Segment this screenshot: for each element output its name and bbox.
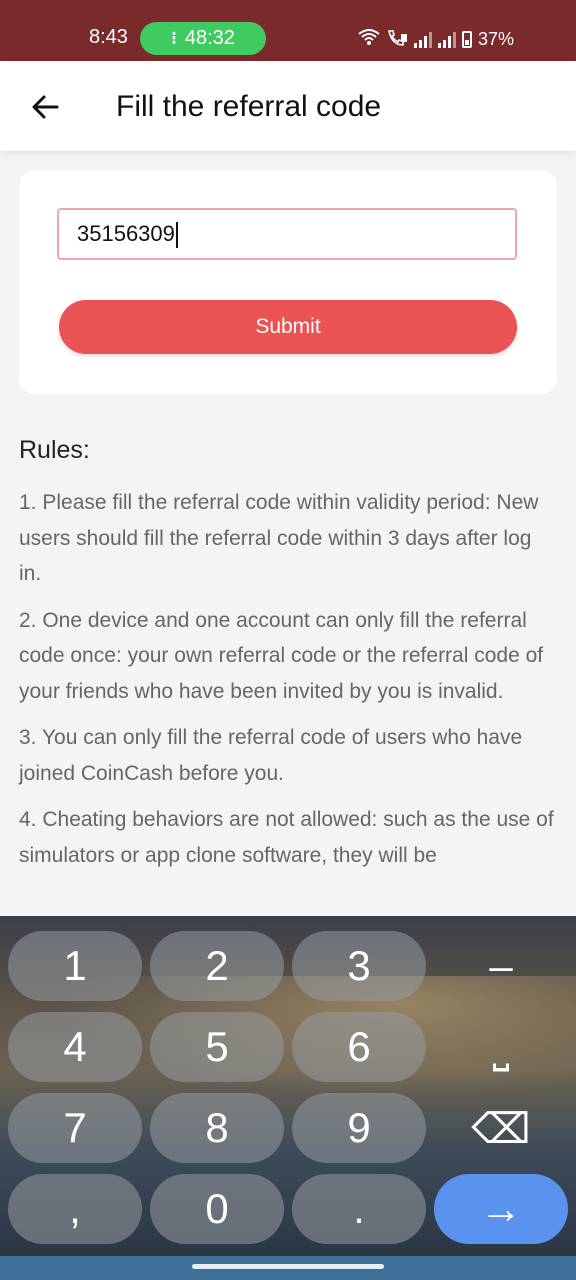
status-bar: 8:43 ⁝ 48:32 37% bbox=[0, 0, 576, 61]
call-timer: 48:32 bbox=[184, 27, 235, 49]
page-title: Fill the referral code bbox=[116, 90, 382, 123]
home-handle[interactable] bbox=[192, 1264, 384, 1269]
backspace-icon[interactable]: ⌫ bbox=[434, 1093, 568, 1163]
referral-form-card: 35156309 Submit bbox=[19, 170, 557, 394]
numeric-keyboard: 1 2 3 – 4 5 6 ⎵ 7 8 9 ⌫ , 0 . → bbox=[0, 916, 576, 1256]
referral-code-value: 35156309 bbox=[77, 221, 175, 246]
rule-item: 1. Please fill the referral code within … bbox=[19, 491, 539, 585]
battery-icon bbox=[462, 31, 472, 48]
key-comma[interactable]: , bbox=[8, 1174, 142, 1244]
key-7[interactable]: 7 bbox=[8, 1093, 142, 1163]
back-arrow-icon bbox=[32, 95, 59, 119]
key-2[interactable]: 2 bbox=[150, 931, 284, 1001]
referral-code-input[interactable]: 35156309 bbox=[57, 208, 517, 260]
call-icon: ⁝ bbox=[171, 28, 177, 48]
signal-2-icon bbox=[438, 31, 456, 48]
key-1[interactable]: 1 bbox=[8, 931, 142, 1001]
key-4[interactable]: 4 bbox=[8, 1012, 142, 1082]
rule-item: 4. Cheating behaviors are not allowed: s… bbox=[19, 808, 554, 867]
key-6[interactable]: 6 bbox=[292, 1012, 426, 1082]
rule-item: 2. One device and one account can only f… bbox=[19, 608, 544, 703]
key-9[interactable]: 9 bbox=[292, 1093, 426, 1163]
app-bar: Fill the referral code bbox=[0, 61, 576, 151]
status-icons: 37% bbox=[358, 28, 514, 51]
text-caret bbox=[175, 222, 178, 249]
rules-title: Rules: bbox=[19, 436, 90, 464]
rules-section: Rules: 1. Please fill the referral code … bbox=[19, 436, 559, 884]
key-0[interactable]: 0 bbox=[150, 1174, 284, 1244]
rule-item: 3. You can only fill the referral code o… bbox=[19, 726, 523, 785]
go-arrow-icon[interactable]: → bbox=[434, 1174, 568, 1244]
back-button[interactable] bbox=[26, 87, 66, 127]
gesture-nav-bar bbox=[0, 1256, 576, 1280]
key-8[interactable]: 8 bbox=[150, 1093, 284, 1163]
battery-percent: 37% bbox=[478, 29, 515, 49]
key-5[interactable]: 5 bbox=[150, 1012, 284, 1082]
submit-button[interactable]: Submit bbox=[59, 300, 517, 354]
key-minus[interactable]: – bbox=[434, 931, 568, 1001]
call-timer-pill[interactable]: ⁝ 48:32 bbox=[140, 22, 266, 55]
key-period[interactable]: . bbox=[292, 1174, 426, 1244]
signal-1-icon bbox=[414, 31, 432, 48]
space-key-icon[interactable]: ⎵ bbox=[434, 1012, 568, 1082]
key-3[interactable]: 3 bbox=[292, 931, 426, 1001]
wifi-icon bbox=[358, 28, 380, 51]
status-time: 8:43 bbox=[89, 26, 128, 48]
wifi-calling-icon bbox=[386, 28, 408, 51]
